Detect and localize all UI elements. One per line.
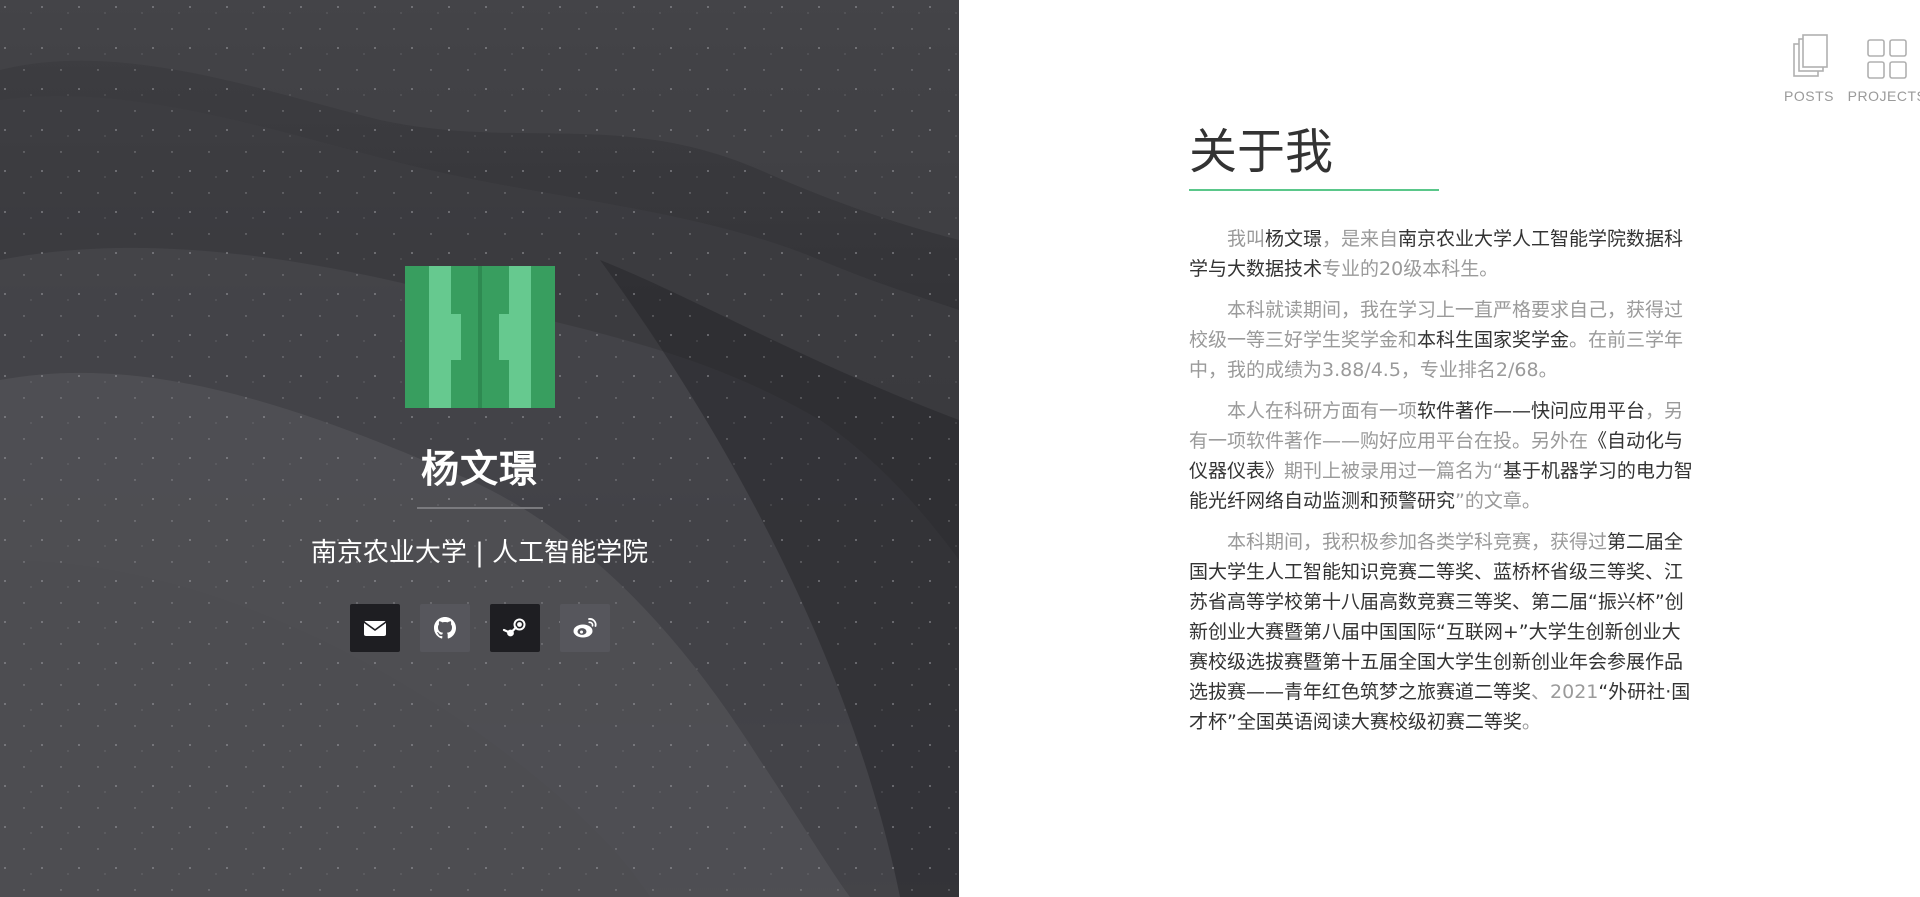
- body-text: 专业的20级本科生。: [1322, 258, 1499, 280]
- posts-icon: [1793, 34, 1828, 77]
- profile-name: 杨文璟: [420, 447, 538, 491]
- logo-icon: [405, 266, 555, 408]
- about-panel: POSTS PROJECTS 关于我 我叫杨文璟，是来自南京农业大学人工智能学院…: [959, 0, 1920, 897]
- about-paragraph-intro: 我叫杨文璟，是来自南京农业大学人工智能学院数据科学与大数据技术专业的20级本科生…: [1189, 224, 1699, 284]
- highlight-text: 杨文璟: [1265, 228, 1323, 250]
- steam-button[interactable]: [490, 604, 540, 652]
- about-paragraph-competitions: 本科期间，我积极参加各类学科竞赛，获得过第二届全国大学生人工智能知识竞赛二等奖、…: [1189, 527, 1699, 737]
- email-button[interactable]: [350, 604, 400, 652]
- body-text: 本科期间，我积极参加各类学科竞赛，获得过: [1227, 531, 1608, 553]
- github-button[interactable]: [420, 604, 470, 652]
- title-underline: [1189, 189, 1439, 191]
- about-content: 我叫杨文璟，是来自南京农业大学人工智能学院数据科学与大数据技术专业的20级本科生…: [1189, 224, 1699, 748]
- projects-grid-icon: [1867, 39, 1907, 79]
- body-text: 本人在科研方面有一项: [1227, 400, 1418, 422]
- body-text: ”的文章。: [1455, 490, 1541, 512]
- steam-icon: [502, 618, 526, 637]
- profile-card: 杨文璟 南京农业大学 | 人工智能学院: [0, 0, 959, 897]
- weibo-icon: [573, 618, 597, 638]
- social-links: [350, 604, 610, 652]
- envelope-icon: [363, 621, 387, 636]
- projects-button[interactable]: PROJECTS: [1848, 34, 1920, 104]
- name-divider: [417, 507, 543, 509]
- highlight-text: 软件著作——快问应用平台: [1417, 400, 1646, 422]
- body-text: 我叫: [1227, 228, 1266, 250]
- highlight-text: 第二届全国大学生人工智能知识竞赛二等奖、蓝桥杯省级三等奖、江苏省高等学校第十八届…: [1189, 531, 1684, 703]
- body-text: ，是来自: [1322, 228, 1399, 250]
- body-text: 。: [1521, 711, 1541, 733]
- top-nav: POSTS PROJECTS: [1776, 34, 1920, 104]
- body-text: 、2021: [1531, 681, 1599, 703]
- profile-panel: 杨文璟 南京农业大学 | 人工智能学院: [0, 0, 959, 897]
- weibo-button[interactable]: [560, 604, 610, 652]
- github-icon: [434, 617, 456, 639]
- projects-label: PROJECTS: [1847, 88, 1920, 104]
- posts-button[interactable]: POSTS: [1776, 34, 1842, 104]
- body-text: 期刊上被录用过一篇名为“: [1284, 460, 1503, 482]
- about-paragraph-research: 本人在科研方面有一项软件著作——快问应用平台，另有一项软件著作——购好应用平台在…: [1189, 396, 1699, 516]
- profile-affiliation: 南京农业大学 | 人工智能学院: [310, 538, 649, 568]
- about-paragraph-academics: 本科就读期间，我在学习上一直严格要求自己，获得过校级一等三好学生奖学金和本科生国…: [1189, 295, 1699, 385]
- posts-label: POSTS: [1784, 88, 1834, 104]
- page-title: 关于我: [1189, 124, 1334, 180]
- highlight-text: 本科生国家奖学金: [1417, 329, 1570, 351]
